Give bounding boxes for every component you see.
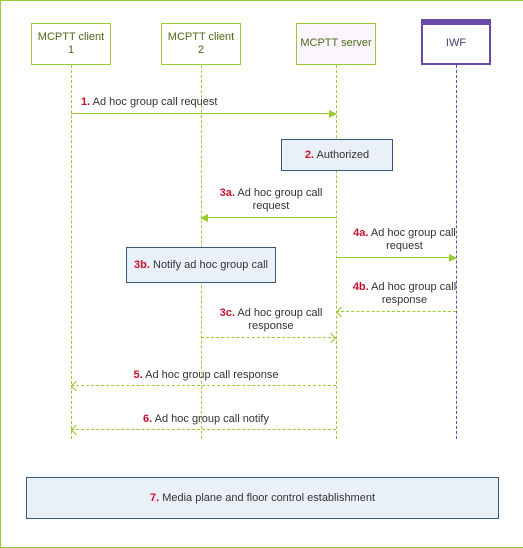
msg-num: 2.: [305, 149, 314, 161]
msg-num: 7.: [150, 492, 159, 504]
msg-label-3c: 3c. Ad hoc group call response: [211, 307, 331, 333]
msg-num: 1.: [81, 96, 90, 108]
msg-text: Authorized: [317, 149, 370, 161]
msg-text: Media plane and floor control establishm…: [162, 492, 375, 504]
msg-label-4b: 4b. Ad hoc group call response: [347, 281, 462, 307]
msg-text: Ad hoc group call request: [93, 96, 218, 108]
msg-text: Ad hoc group call response: [145, 369, 278, 381]
msg-label-3a: 3a. Ad hoc group call request: [211, 187, 331, 213]
participant-iwf: IWF: [421, 23, 491, 65]
msg-num: 4b.: [353, 281, 369, 293]
iwf-accent: [421, 19, 491, 23]
participant-label: MCPTT client 1: [34, 31, 108, 57]
msg-label-5: 5. Ad hoc group call response: [81, 369, 331, 382]
arrow-6: [71, 429, 336, 430]
msg-text: Ad hoc group call response: [371, 281, 456, 306]
participant-label: IWF: [446, 37, 466, 50]
lifeline-server: [336, 65, 337, 439]
msg-label-4a: 4a. Ad hoc group call request: [347, 227, 462, 253]
msg-num: 3a.: [220, 187, 235, 199]
arrow-3a: [201, 217, 336, 218]
participant-label: MCPTT client 2: [164, 31, 238, 57]
participant-mcptt-client-2: MCPTT client 2: [161, 23, 241, 65]
arrow-1: [71, 113, 336, 114]
msg-num: 5.: [134, 369, 143, 381]
msg-label-1: 1. Ad hoc group call request: [81, 96, 331, 109]
participant-label: MCPTT server: [300, 37, 371, 50]
participant-mcptt-server: MCPTT server: [296, 23, 376, 65]
step-2-authorized: 2. Authorized: [281, 139, 393, 171]
msg-num: 3c.: [220, 307, 235, 319]
msg-text: Ad hoc group call response: [237, 307, 322, 332]
msg-text: Ad hoc group call request: [237, 187, 322, 212]
msg-num: 3b.: [134, 259, 150, 271]
msg-label-6: 6. Ad hoc group call notify: [81, 413, 331, 426]
msg-num: 6.: [143, 413, 152, 425]
msg-text: Ad hoc group call request: [371, 227, 456, 252]
msg-text: Ad hoc group call notify: [155, 413, 269, 425]
arrow-4b: [336, 311, 456, 312]
arrow-5: [71, 385, 336, 386]
step-3b-notify: 3b. Notify ad hoc group call: [126, 247, 276, 283]
participant-mcptt-client-1: MCPTT client 1: [31, 23, 111, 65]
sequence-diagram: MCPTT client 1 MCPTT client 2 MCPTT serv…: [0, 0, 523, 548]
arrow-3c: [201, 337, 336, 338]
arrow-4a: [336, 257, 456, 258]
step-7-media: 7. Media plane and floor control establi…: [26, 477, 499, 519]
msg-text: Notify ad hoc group call: [153, 259, 268, 271]
msg-num: 4a.: [353, 227, 368, 239]
